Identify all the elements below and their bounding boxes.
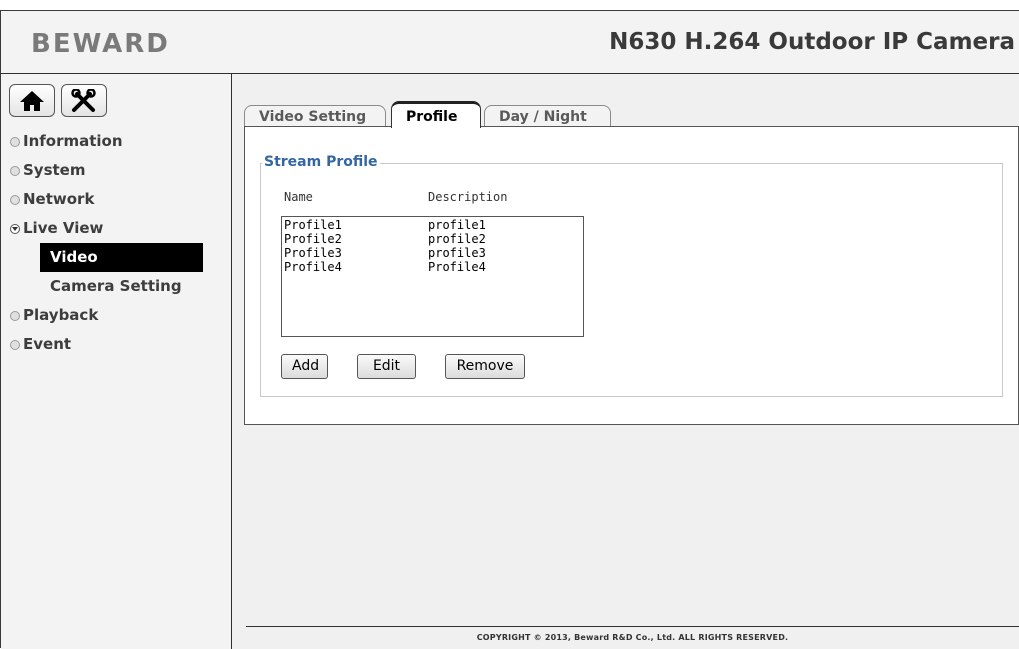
app-frame: BEWARD N630 H.264 Outdoor IP Camera Info… bbox=[0, 10, 1019, 649]
logo: BEWARD bbox=[31, 29, 170, 59]
footer-copyright: COPYRIGHT © 2013, Beward R&D Co., Ltd. A… bbox=[246, 626, 1019, 649]
bullet-icon bbox=[10, 165, 20, 176]
stream-profile-legend: Stream Profile bbox=[262, 154, 380, 170]
edit-button[interactable]: Edit bbox=[357, 354, 416, 379]
header: BEWARD N630 H.264 Outdoor IP Camera bbox=[1, 11, 1019, 74]
remove-button[interactable]: Remove bbox=[445, 354, 525, 379]
profile-name: Profile2 bbox=[284, 232, 342, 246]
tab-video-setting[interactable]: Video Setting bbox=[244, 105, 386, 127]
sidebar-nav: Information System Network Live View Vid… bbox=[1, 127, 231, 359]
sidebar-item-label: Live View bbox=[23, 219, 104, 237]
sidebar-item-system[interactable]: System bbox=[1, 156, 231, 185]
column-header-name: Name bbox=[284, 190, 313, 204]
profile-name: Profile3 bbox=[284, 246, 342, 260]
list-item[interactable]: Profile4 Profile4 bbox=[282, 260, 583, 274]
bullet-icon bbox=[10, 310, 20, 321]
sidebar-subitem-video[interactable]: Video bbox=[40, 243, 203, 272]
sidebar-item-label: Event bbox=[23, 335, 72, 353]
bullet-icon bbox=[10, 339, 20, 350]
sidebar-item-label: Network bbox=[23, 190, 95, 208]
sidebar-item-label: System bbox=[23, 161, 86, 179]
bullet-icon bbox=[10, 194, 20, 205]
profile-name: Profile1 bbox=[284, 218, 342, 232]
sidebar: Information System Network Live View Vid… bbox=[1, 74, 232, 649]
list-item[interactable]: Profile2 profile2 bbox=[282, 232, 583, 246]
profile-panel: Stream Profile Name Description Profile1… bbox=[244, 126, 1019, 425]
sidebar-item-network[interactable]: Network bbox=[1, 185, 231, 214]
sidebar-item-playback[interactable]: Playback bbox=[1, 301, 231, 330]
profile-description: profile1 bbox=[428, 218, 486, 232]
column-header-description: Description bbox=[428, 190, 508, 204]
sidebar-item-information[interactable]: Information bbox=[1, 127, 231, 156]
sidebar-item-event[interactable]: Event bbox=[1, 330, 231, 359]
profile-name: Profile4 bbox=[284, 260, 342, 274]
profile-description: profile3 bbox=[428, 246, 486, 260]
sidebar-item-label: Playback bbox=[23, 306, 99, 324]
main-content: Video Setting Profile Day / Night Stream… bbox=[232, 74, 1019, 649]
profile-listbox[interactable]: Profile1 profile1 Profile2 profile2 Prof… bbox=[281, 216, 584, 337]
home-icon bbox=[20, 90, 44, 111]
profile-description: Profile4 bbox=[428, 260, 486, 274]
sidebar-subitem-camera-setting[interactable]: Camera Setting bbox=[1, 272, 231, 301]
tools-icon bbox=[71, 88, 96, 112]
bullet-icon bbox=[10, 136, 20, 147]
sidebar-item-live-view[interactable]: Live View bbox=[1, 214, 231, 243]
expanded-bullet-icon bbox=[10, 223, 20, 234]
sidebar-item-label: Information bbox=[23, 132, 123, 150]
tab-day-night[interactable]: Day / Night bbox=[484, 105, 611, 127]
list-item[interactable]: Profile3 profile3 bbox=[282, 246, 583, 260]
tab-profile[interactable]: Profile bbox=[391, 101, 481, 128]
home-button[interactable] bbox=[9, 84, 55, 117]
tools-button[interactable] bbox=[61, 84, 107, 117]
profile-description: profile2 bbox=[428, 232, 486, 246]
add-button[interactable]: Add bbox=[281, 354, 328, 379]
list-item[interactable]: Profile1 profile1 bbox=[282, 218, 583, 232]
page-title: N630 H.264 Outdoor IP Camera bbox=[609, 29, 1015, 55]
stream-profile-group: Stream Profile Name Description Profile1… bbox=[260, 154, 1003, 397]
